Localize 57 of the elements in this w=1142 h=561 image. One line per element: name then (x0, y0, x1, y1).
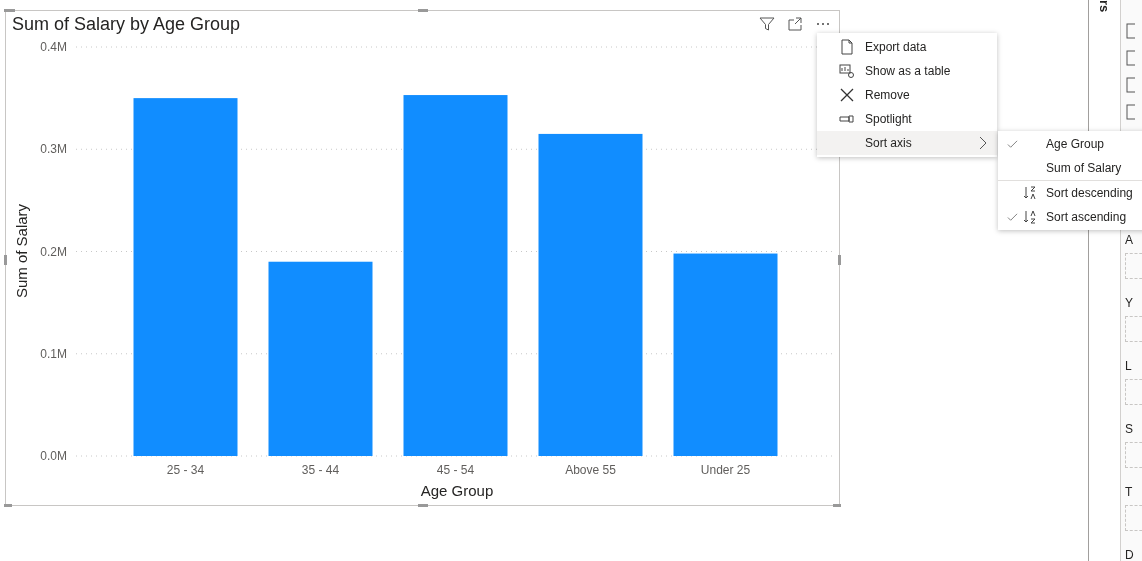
sort-ascending-icon (1023, 210, 1037, 224)
y-axis-label: 0.2M (40, 244, 67, 259)
close-icon (839, 87, 855, 103)
resize-handle[interactable] (4, 255, 7, 265)
x-axis-label: 35 - 44 (301, 463, 340, 477)
menu-item[interactable]: Remove (817, 83, 997, 107)
x-axis-label: Above 55 (565, 463, 616, 477)
y-axis-label: 0.1M (40, 346, 67, 361)
visual-type-icon[interactable] (1125, 50, 1135, 66)
field-well[interactable] (1125, 253, 1142, 279)
x-axis-title: Age Group (420, 482, 494, 499)
field-well[interactable] (1125, 379, 1142, 405)
field-well-label: T (1125, 485, 1134, 499)
resize-handle[interactable] (833, 504, 841, 507)
filter-icon[interactable] (759, 16, 775, 32)
visual-type-icon[interactable] (1125, 77, 1135, 93)
field-well-label: Y (1125, 296, 1134, 310)
bar[interactable] (133, 98, 238, 456)
bar[interactable] (673, 253, 778, 456)
visual-type-icon[interactable] (1125, 104, 1135, 120)
resize-handle[interactable] (838, 255, 841, 265)
field-well-label: D (1125, 548, 1135, 561)
bar[interactable] (268, 261, 373, 456)
x-axis-label: Under 25 (700, 463, 751, 477)
menu-item[interactable]: Age Group (998, 132, 1142, 156)
document-icon (839, 39, 855, 55)
menu-item[interactable]: Sort axis (817, 131, 997, 155)
menu-item[interactable]: Export data (817, 35, 997, 59)
field-well[interactable] (1125, 505, 1142, 531)
field-well[interactable] (1125, 316, 1142, 342)
bar[interactable] (538, 133, 643, 456)
x-axis-label: 45 - 54 (436, 463, 475, 477)
resize-handle[interactable] (418, 504, 428, 507)
y-axis-label: 0.3M (40, 142, 67, 157)
menu-item[interactable]: Spotlight (817, 107, 997, 131)
field-well-label: S (1125, 422, 1134, 436)
field-well[interactable] (1125, 442, 1142, 468)
resize-handle[interactable] (4, 9, 15, 12)
resize-handle[interactable] (418, 9, 428, 12)
menu-item[interactable]: Sum of Salary (998, 156, 1142, 180)
visual-type-icon[interactable] (1125, 23, 1135, 39)
resize-handle[interactable] (4, 504, 12, 507)
field-well-label: L (1125, 359, 1133, 373)
table-icon (839, 63, 855, 79)
menu-item[interactable]: Show as a table (817, 59, 997, 83)
x-axis-label: 25 - 34 (166, 463, 205, 477)
chart-title: Sum of Salary by Age Group (12, 13, 241, 35)
field-well-label: A (1125, 233, 1134, 247)
focus-mode-icon[interactable] (787, 16, 803, 32)
y-axis-label: 0.0M (40, 449, 67, 463)
menu-item[interactable]: Sort ascending (998, 205, 1142, 229)
y-axis-title: Sum of Salary (13, 203, 30, 299)
bar[interactable] (403, 95, 508, 456)
sort-descending-icon (1023, 186, 1037, 200)
menu-item[interactable]: Sort descending (998, 181, 1142, 205)
y-axis-label: 0.4M (40, 40, 67, 54)
chevron-right-icon (977, 135, 987, 151)
